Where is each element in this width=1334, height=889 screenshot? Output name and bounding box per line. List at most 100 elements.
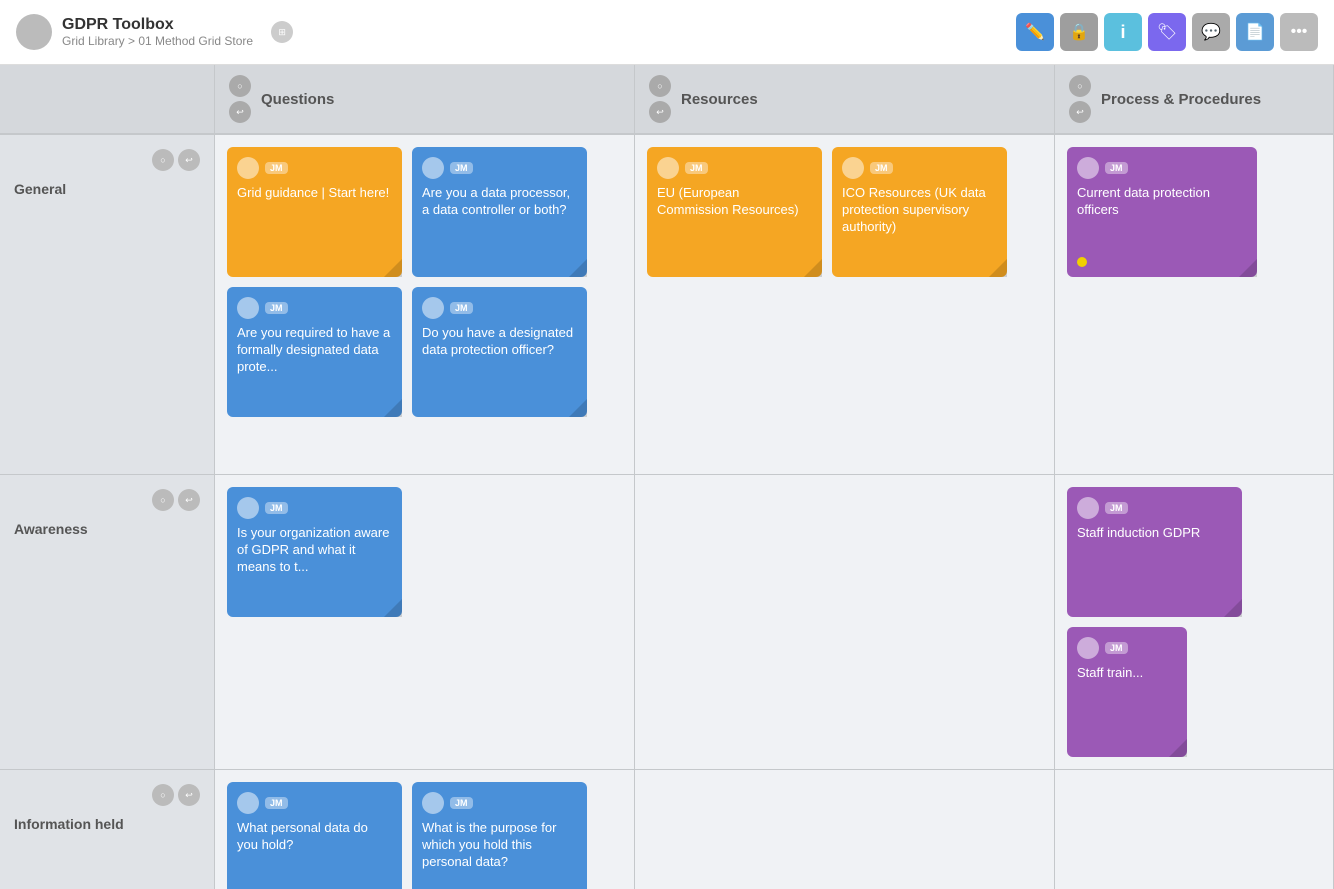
card-ico[interactable]: JM ICO Resources (UK data protection sup… (832, 147, 1007, 277)
row-label-general-header: ○ ↩ (14, 149, 200, 171)
row-awareness-btn-1[interactable]: ○ (152, 489, 174, 511)
card-eu-header: JM (657, 157, 812, 179)
process-col-title: Process & Procedures (1101, 91, 1261, 108)
empty-header (0, 65, 215, 135)
resources-icon-1: ○ (649, 75, 671, 97)
card-corner (804, 259, 822, 277)
card-corner (989, 259, 1007, 277)
card-corner (384, 259, 402, 277)
toolbar: ✏️ 🔒 i 🏷 💬 📄 ••• (1016, 13, 1318, 51)
row-awareness-questions: JM Is your organization aware of GDPR an… (215, 475, 635, 770)
card-avatar (657, 157, 679, 179)
row-info-held-title: Information held (14, 816, 200, 832)
row-info-held-resources (635, 770, 1055, 889)
card-current-dpo[interactable]: JM Current data protection officers (1067, 147, 1257, 277)
card-eu[interactable]: JM EU (European Commission Resources) (647, 147, 822, 277)
header-left: GDPR Toolbox Grid Library > 01 Method Gr… (16, 14, 293, 50)
column-headers: ○ ↩ Questions ○ ↩ Resources ○ ↩ Process … (0, 65, 1334, 135)
card-corner (569, 259, 587, 277)
questions-header-icons: ○ ↩ (229, 75, 251, 123)
card-text: Current data protection officers (1077, 185, 1247, 219)
card-staff-training-header: JM (1077, 637, 1177, 659)
grid-scroll: ○ ↩ General JM Grid guidance | Start her… (0, 135, 1334, 889)
row-label-info-held-header: ○ ↩ (14, 784, 200, 806)
lock-button[interactable]: 🔒 (1060, 13, 1098, 51)
card-text: What is the purpose for which you hold t… (422, 820, 577, 871)
card-badge: JM (265, 797, 288, 809)
row-info-held-questions: JM What personal data do you hold? JM Wh… (215, 770, 635, 889)
card-avatar (1077, 157, 1099, 179)
card-avatar (237, 157, 259, 179)
row-general-resources: JM EU (European Commission Resources) JM… (635, 135, 1055, 475)
row-info-held-btn-2[interactable]: ↩ (178, 784, 200, 806)
card-text: ICO Resources (UK data protection superv… (842, 185, 997, 236)
row-general-btn-2[interactable]: ↩ (178, 149, 200, 171)
doc-button[interactable]: 📄 (1236, 13, 1274, 51)
card-badge: JM (450, 797, 473, 809)
card-corner (1169, 739, 1187, 757)
card-dpo-header: JM (422, 297, 577, 319)
card-corner (384, 399, 402, 417)
card-text: Staff train... (1077, 665, 1177, 682)
row-label-awareness: ○ ↩ Awareness (0, 475, 215, 770)
card-designated-data-header: JM (237, 297, 392, 319)
card-text: Staff induction GDPR (1077, 525, 1232, 542)
card-avatar (422, 792, 444, 814)
row-general-btn-1[interactable]: ○ (152, 149, 174, 171)
card-corner (384, 599, 402, 617)
row-label-general: ○ ↩ General (0, 135, 215, 475)
row-awareness-title: Awareness (14, 521, 200, 537)
card-text: Are you required to have a formally desi… (237, 325, 392, 376)
card-text: Are you a data processor, a data control… (422, 185, 577, 219)
row-label-info-held: ○ ↩ Information held (0, 770, 215, 889)
row-awareness-resources (635, 475, 1055, 770)
card-text: Do you have a designated data protection… (422, 325, 577, 359)
card-text: Grid guidance | Start here! (237, 185, 392, 202)
resources-col-title: Resources (681, 91, 758, 108)
more-button[interactable]: ••• (1280, 13, 1318, 51)
card-awareness-header: JM (237, 497, 392, 519)
resources-header: ○ ↩ Resources (635, 65, 1055, 135)
card-badge: JM (870, 162, 893, 174)
card-badge: JM (265, 162, 288, 174)
questions-icon-1: ○ (229, 75, 251, 97)
card-personal-data[interactable]: JM What personal data do you hold? (227, 782, 402, 889)
row-awareness-btn-2[interactable]: ↩ (178, 489, 200, 511)
card-data-processor-header: JM (422, 157, 577, 179)
row-awareness-process: JM Staff induction GDPR JM Staff train..… (1055, 475, 1334, 770)
card-avatar (237, 297, 259, 319)
process-header: ○ ↩ Process & Procedures (1055, 65, 1334, 135)
card-avatar (1077, 637, 1099, 659)
card-purpose[interactable]: JM What is the purpose for which you hol… (412, 782, 587, 889)
questions-col-title: Questions (261, 91, 334, 108)
card-avatar (842, 157, 864, 179)
card-staff-training[interactable]: JM Staff train... (1067, 627, 1187, 757)
card-badge: JM (1105, 162, 1128, 174)
process-icon-1: ○ (1069, 75, 1091, 97)
questions-header: ○ ↩ Questions (215, 65, 635, 135)
row-awareness: ○ ↩ Awareness JM Is your organization aw… (0, 475, 1334, 770)
comment-button[interactable]: 💬 (1192, 13, 1230, 51)
card-dpo[interactable]: JM Do you have a designated data protect… (412, 287, 587, 417)
card-grid-guidance[interactable]: JM Grid guidance | Start here! (227, 147, 402, 277)
info-button[interactable]: i (1104, 13, 1142, 51)
app-header: GDPR Toolbox Grid Library > 01 Method Gr… (0, 0, 1334, 65)
card-corner (1224, 599, 1242, 617)
card-staff-induction[interactable]: JM Staff induction GDPR (1067, 487, 1242, 617)
card-badge: JM (265, 302, 288, 314)
row-info-held-btn-1[interactable]: ○ (152, 784, 174, 806)
card-badge: JM (265, 502, 288, 514)
row-label-awareness-header: ○ ↩ (14, 489, 200, 511)
card-badge: JM (450, 302, 473, 314)
card-grid-guidance-header: JM (237, 157, 392, 179)
card-purpose-header: JM (422, 792, 577, 814)
card-ico-header: JM (842, 157, 997, 179)
card-avatar (237, 497, 259, 519)
card-designated-data[interactable]: JM Are you required to have a formally d… (227, 287, 402, 417)
tag-button[interactable]: 🏷 (1148, 13, 1186, 51)
edit-button[interactable]: ✏️ (1016, 13, 1054, 51)
card-badge: JM (1105, 502, 1128, 514)
card-awareness[interactable]: JM Is your organization aware of GDPR an… (227, 487, 402, 617)
card-data-processor[interactable]: JM Are you a data processor, a data cont… (412, 147, 587, 277)
card-personal-data-header: JM (237, 792, 392, 814)
